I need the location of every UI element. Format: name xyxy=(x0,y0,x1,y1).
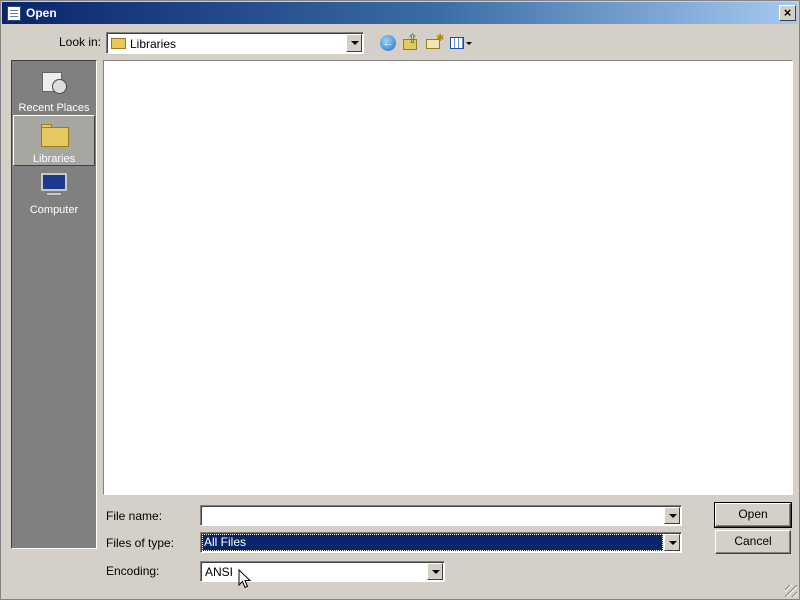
close-button[interactable]: × xyxy=(779,5,796,21)
file-list-view[interactable] xyxy=(103,60,793,495)
window-title: Open xyxy=(26,6,57,20)
filetype-value: All Files xyxy=(202,534,663,551)
new-folder-icon[interactable]: ✱ xyxy=(424,33,444,53)
place-computer[interactable]: Computer xyxy=(13,167,95,218)
up-folder-icon[interactable]: ⇧ xyxy=(400,32,420,53)
place-libraries[interactable]: Libraries xyxy=(13,115,95,166)
view-menu-icon[interactable] xyxy=(448,33,474,53)
open-button[interactable]: Open xyxy=(714,502,792,528)
computer-icon xyxy=(38,172,70,198)
filetype-dropdown-arrow[interactable] xyxy=(664,534,680,551)
encoding-select[interactable]: ANSI xyxy=(200,561,445,582)
encoding-label: Encoding: xyxy=(106,564,160,578)
recent-places-icon xyxy=(38,70,70,96)
filename-input[interactable] xyxy=(204,507,661,524)
lookin-dropdown-arrow[interactable] xyxy=(346,34,362,52)
lookin-label: Look in: xyxy=(59,35,102,49)
back-icon[interactable]: ← xyxy=(378,33,398,53)
libraries-folder-icon xyxy=(111,38,126,49)
filetype-label: Files of type: xyxy=(106,536,175,550)
place-recent-places[interactable]: Recent Places xyxy=(13,65,95,116)
title-bar[interactable]: Open × xyxy=(2,2,798,24)
resize-grip[interactable] xyxy=(785,585,797,597)
notepad-icon xyxy=(7,6,21,21)
libraries-icon xyxy=(39,121,71,147)
filename-field[interactable] xyxy=(200,505,682,526)
place-label: Recent Places xyxy=(18,102,90,114)
cancel-button[interactable]: Cancel xyxy=(715,530,791,554)
encoding-value: ANSI xyxy=(205,565,234,579)
lookin-dropdown[interactable]: Libraries xyxy=(106,32,364,54)
filetype-select[interactable]: All Files xyxy=(200,532,682,553)
place-label: Libraries xyxy=(32,153,76,165)
lookin-value: Libraries xyxy=(130,37,177,51)
place-label: Computer xyxy=(29,204,79,216)
encoding-dropdown-arrow[interactable] xyxy=(427,563,443,580)
open-dialog: Open × Look in: Libraries ← ⇧ ✱ Recent P… xyxy=(0,0,800,600)
filename-label: File name: xyxy=(106,509,163,523)
mouse-cursor-icon xyxy=(238,569,252,589)
places-bar: Recent Places Libraries Computer xyxy=(11,60,97,549)
filename-dropdown-arrow[interactable] xyxy=(664,507,680,524)
